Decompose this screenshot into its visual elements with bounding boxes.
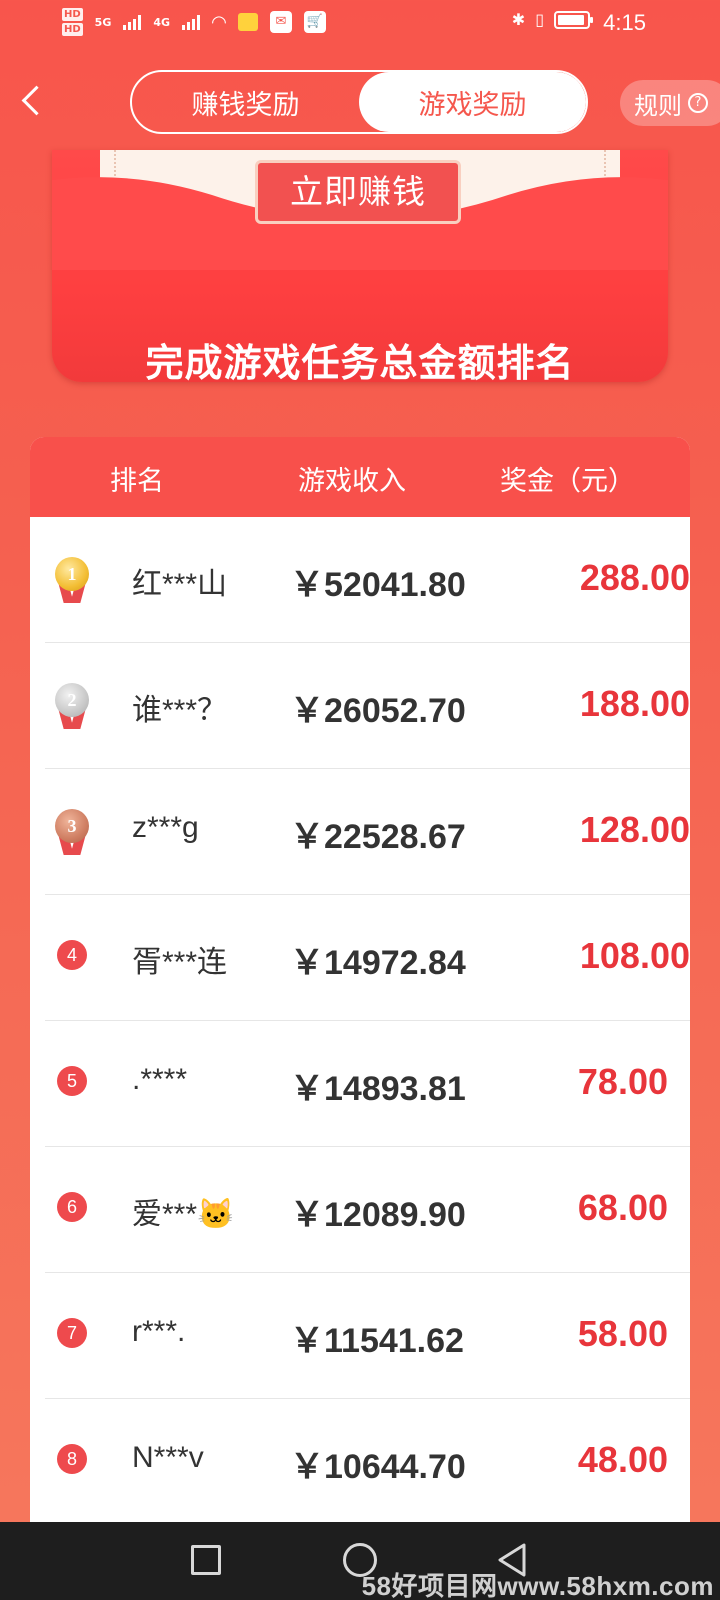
tab-game-rewards[interactable]: 游戏奖励 [359, 72, 586, 132]
rules-button[interactable]: 规则 ? [620, 80, 720, 126]
status-time: 4:15 [603, 10, 646, 35]
net1-label: 5G [94, 15, 112, 29]
app-notification-icon [237, 13, 258, 31]
back-button[interactable] [16, 80, 48, 124]
game-income: ￥10644.70 [290, 1448, 466, 1486]
rank-badge: 7 [57, 1318, 87, 1348]
bonus-amount: 68.00 [577, 1187, 668, 1228]
bonus-amount: 128.00 [579, 809, 690, 850]
hd1-label: HD [62, 8, 83, 21]
rank-number: 2 [55, 683, 89, 717]
bonus-amount: 58.00 [577, 1313, 668, 1354]
recents-icon[interactable] [191, 1545, 221, 1575]
game-income: ￥11541.62 [290, 1322, 464, 1360]
rank-badge: 8 [57, 1444, 87, 1474]
ranking-table: 排名 游戏收入 奖金（元） 1 红***山 ￥52041.80 288.00 2… [30, 437, 690, 1530]
rank-number: 1 [55, 557, 89, 591]
earn-now-button[interactable]: 立即赚钱 [255, 160, 461, 224]
table-row: 7 r***. ￥11541.62 58.00 [45, 1273, 690, 1399]
status-left: HD HD 5G 4G ◠ ✉ 🛒 [62, 8, 326, 36]
watermark: 58好项目网www.58hxm.com [361, 1571, 714, 1600]
game-income: ￥14972.84 [290, 944, 466, 982]
net2-label: 4G [153, 15, 171, 29]
shop-app-icon: 🛒 [303, 11, 326, 33]
bluetooth-icon: ✱ [511, 10, 526, 29]
table-header: 排名 游戏收入 奖金（元） [30, 437, 690, 517]
vibrate-icon: ▯ [535, 10, 544, 29]
header-bonus: 奖金（元） [500, 466, 635, 497]
player-name: z***g [132, 811, 199, 844]
game-income: ￥12089.90 [290, 1196, 466, 1234]
game-income: ￥22528.67 [290, 818, 466, 856]
game-income: ￥26052.70 [290, 692, 466, 730]
rank-badge: 4 [57, 940, 87, 970]
player-name: 爱***🐱 [132, 1198, 235, 1231]
game-income: ￥14893.81 [290, 1070, 466, 1108]
signal-2-icon [182, 14, 201, 30]
table-row: 6 爱***🐱 ￥12089.90 68.00 [45, 1147, 690, 1273]
player-name: N***v [132, 1441, 204, 1474]
status-right: ✱ ▯ [511, 10, 593, 29]
gold-medal-icon: 1 [55, 557, 89, 605]
rank-number: 3 [55, 809, 89, 843]
player-name: 红***山 [132, 568, 228, 601]
status-bar: HD HD 5G 4G ◠ ✉ 🛒 ✱ ▯ 4:15 [0, 0, 720, 50]
player-name: 谁***？ [132, 694, 228, 727]
rank-badge: 6 [57, 1192, 87, 1222]
player-name: 胥***连 [132, 946, 228, 979]
help-icon: ? [688, 93, 708, 113]
table-row: 4 胥***连 ￥14972.84 108.00 [45, 895, 690, 1021]
player-name: r***. [132, 1315, 186, 1348]
reward-tab-switcher: 赚钱奖励 游戏奖励 [130, 70, 588, 134]
ranking-banner: 立即赚钱 完成游戏任务总金额排名 [52, 150, 668, 382]
hd2-label: HD [62, 23, 83, 36]
mail-app-icon: ✉ [269, 11, 292, 33]
table-row: 2 谁***？ ￥26052.70 188.00 [45, 643, 690, 769]
ranking-title: 完成游戏任务总金额排名 [145, 341, 575, 382]
bronze-medal-icon: 3 [55, 809, 89, 857]
silver-medal-icon: 2 [55, 683, 89, 731]
bonus-amount: 188.00 [579, 683, 690, 724]
hd-indicator: HD HD [62, 8, 83, 36]
rules-label: 规则 [634, 91, 682, 120]
tab-earn-rewards[interactable]: 赚钱奖励 [132, 72, 359, 132]
table-row: 3 z***g ￥22528.67 128.00 [45, 769, 690, 895]
header-rank: 排名 [110, 466, 164, 497]
rank-badge: 5 [57, 1066, 87, 1096]
table-row: 8 N***v ￥10644.70 48.00 [45, 1399, 690, 1525]
signal-icon [123, 14, 142, 30]
player-name: .**** [132, 1063, 188, 1096]
table-row: 5 .**** ￥14893.81 78.00 [45, 1021, 690, 1147]
header-income: 游戏收入 [298, 466, 406, 497]
bonus-amount: 108.00 [579, 935, 690, 976]
game-income: ￥52041.80 [290, 566, 466, 604]
bonus-amount: 48.00 [577, 1439, 668, 1480]
battery-icon [554, 10, 593, 29]
table-row: 1 红***山 ￥52041.80 288.00 [45, 517, 690, 643]
wifi-icon: ◠ [212, 11, 226, 33]
bonus-amount: 78.00 [577, 1061, 668, 1102]
bonus-amount: 288.00 [579, 557, 690, 598]
